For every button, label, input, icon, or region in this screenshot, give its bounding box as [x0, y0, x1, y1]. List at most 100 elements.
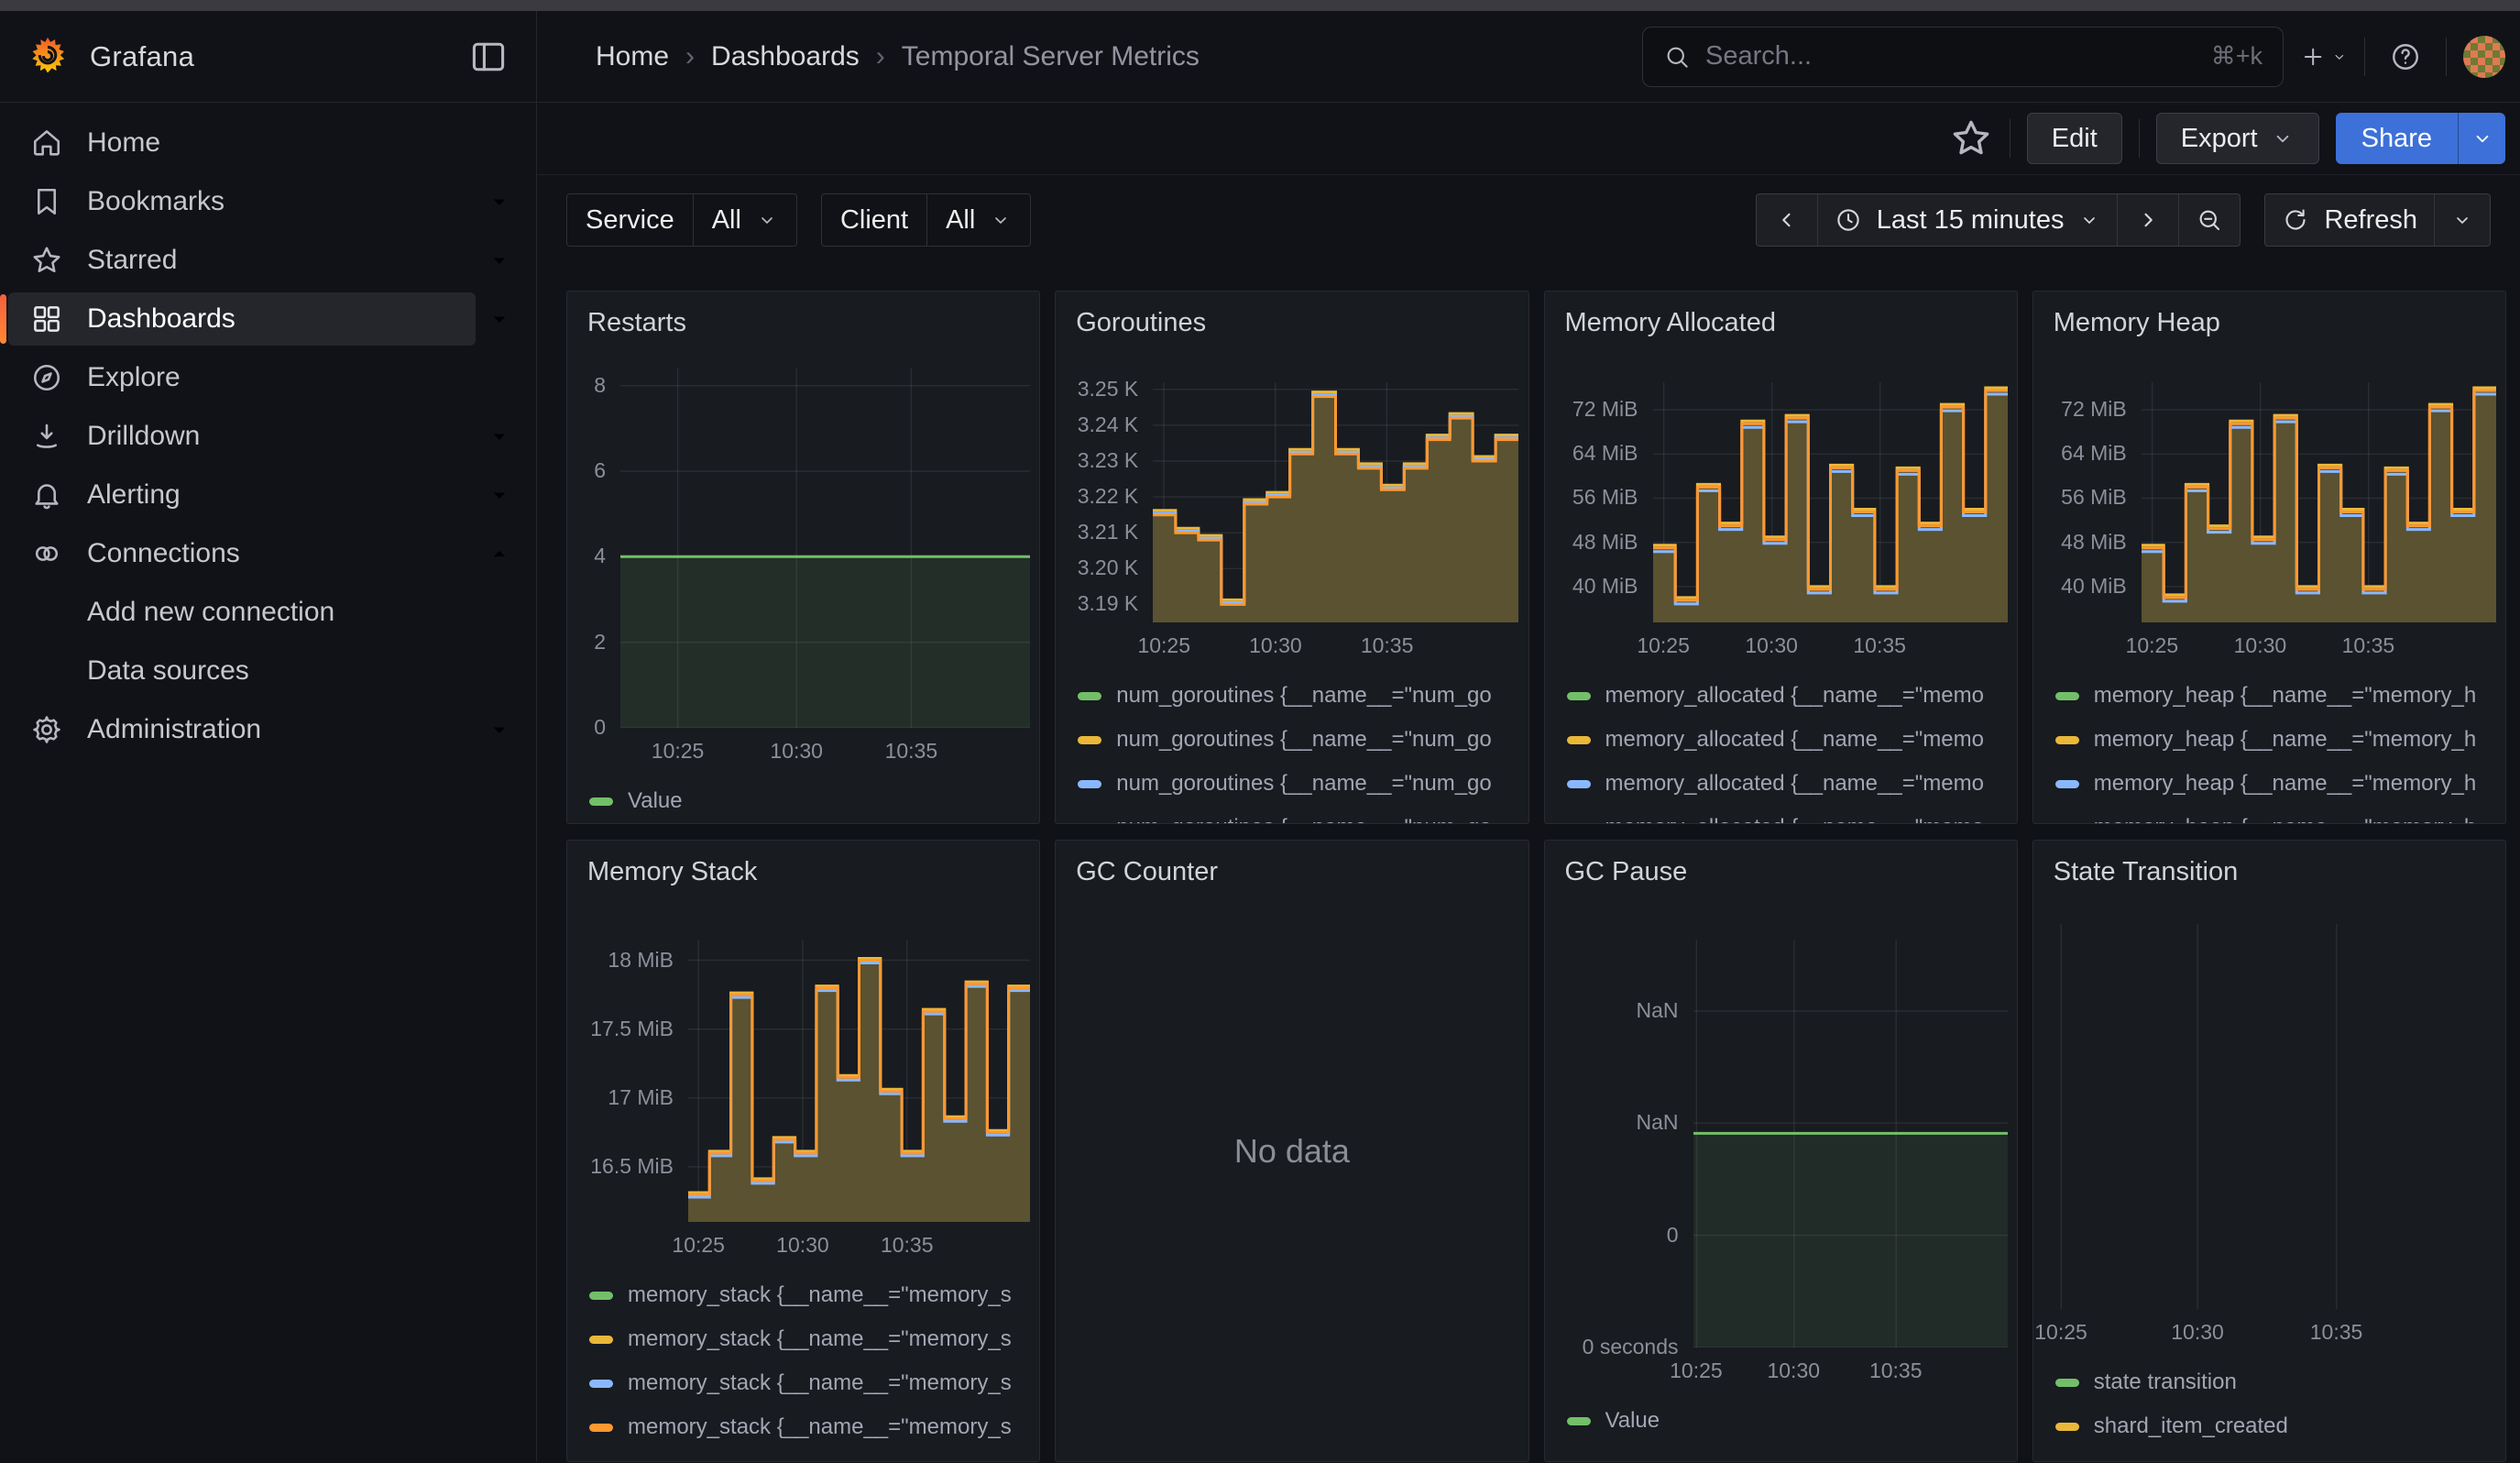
sidebar-item-administration[interactable]: Administration [8, 703, 476, 756]
legend-item[interactable]: memory_stack {__name__="memory_s [589, 1273, 1039, 1317]
sidebar-item-alerting[interactable]: Alerting [8, 468, 476, 522]
time-range-picker[interactable]: Last 15 minutes [1817, 194, 2118, 246]
no-data-message: No data [1056, 841, 1528, 1461]
sidebar-item-drilldown[interactable]: Drilldown [8, 410, 476, 463]
chart-region[interactable]: 3.25 K3.24 K3.23 K3.22 K3.21 K3.20 K3.19… [1056, 382, 1528, 824]
chevron-up-icon[interactable] [476, 530, 523, 578]
legend-series-marker [1078, 736, 1101, 744]
chart-region[interactable]: 72 MiB64 MiB56 MiB48 MiB40 MiB10:2510:30… [2033, 382, 2505, 824]
variable-label: Client [822, 194, 926, 246]
plot-area[interactable]: 72 MiB64 MiB56 MiB48 MiB40 MiB [1653, 382, 2008, 622]
legend-item[interactable]: memory_allocated {__name__="memo [1567, 806, 2017, 824]
chart-region[interactable]: 18 MiB17.5 MiB17 MiB16.5 MiB10:2510:3010… [567, 940, 1039, 1449]
x-axis-tick: 10:25 [1670, 1358, 1723, 1383]
chevron-down-icon[interactable] [476, 706, 523, 754]
legend-item[interactable]: Value [589, 779, 1039, 823]
help-button[interactable] [2382, 33, 2429, 81]
legend-item[interactable]: shard_item_created [2055, 1404, 2505, 1448]
plot-area[interactable] [2033, 924, 2496, 1309]
legend-item[interactable]: memory_heap {__name__="memory_h [2055, 806, 2505, 824]
sidebar-item-add-new-connection[interactable]: Add new connection [8, 586, 523, 639]
legend-item[interactable]: state transition [2055, 1360, 2505, 1404]
variable-value-dropdown[interactable]: All [693, 194, 796, 246]
user-avatar[interactable] [2463, 36, 2505, 78]
chart-region[interactable]: 72 MiB64 MiB56 MiB48 MiB40 MiB10:2510:30… [1545, 382, 2017, 824]
sidebar-row: Explore [0, 348, 536, 407]
breadcrumb-item-home[interactable]: Home [596, 41, 669, 72]
dock-sidebar-icon[interactable] [468, 37, 509, 77]
chevron-down-icon[interactable] [476, 178, 523, 226]
panel-title[interactable]: GC Pause [1545, 841, 2017, 901]
chevron-down-icon[interactable] [476, 412, 523, 460]
share-button[interactable]: Share [2336, 113, 2458, 164]
breadcrumb: Home›Dashboards›Temporal Server Metrics [596, 41, 1200, 72]
sidebar-item-home[interactable]: Home [8, 116, 523, 170]
variable-value-dropdown[interactable]: All [926, 194, 1030, 246]
y-axis-tick: 3.23 K [1056, 448, 1138, 473]
panel-title[interactable]: Memory Heap [2033, 292, 2505, 352]
search-input[interactable]: Search... ⌘+k [1642, 27, 2284, 87]
plot-area[interactable]: 72 MiB64 MiB56 MiB48 MiB40 MiB [2142, 382, 2496, 622]
sidebar-item-explore[interactable]: Explore [8, 351, 523, 404]
legend-item[interactable]: memory_stack {__name__="memory_s [589, 1405, 1039, 1449]
legend-item[interactable]: memory_heap {__name__="memory_h [2055, 718, 2505, 762]
legend-item[interactable]: num_goroutines {__name__="num_go [1078, 718, 1528, 762]
chart-region[interactable]: NaNNaN00 seconds10:2510:3010:35Value [1545, 940, 2017, 1443]
brand-title[interactable]: Grafana [90, 40, 194, 73]
legend-item[interactable]: memory_heap {__name__="memory_h [2055, 762, 2505, 806]
variable-client: ClientAll [821, 193, 1031, 247]
sidebar-item-bookmarks[interactable]: Bookmarks [8, 175, 476, 228]
legend-series-marker [1078, 780, 1101, 788]
legend-item[interactable]: memory_stack {__name__="memory_s [589, 1361, 1039, 1405]
legend-series-label: memory_stack {__name__="memory_s [628, 1326, 1012, 1352]
share-dropdown-button[interactable] [2458, 113, 2505, 164]
legend-item[interactable]: memory_allocated {__name__="memo [1567, 762, 2017, 806]
panel-title[interactable]: Memory Stack [567, 841, 1039, 901]
grafana-logo-icon[interactable] [27, 37, 68, 77]
sidebar-item-data-sources[interactable]: Data sources [8, 644, 523, 698]
plot-area[interactable]: 18 MiB17.5 MiB17 MiB16.5 MiB [688, 940, 1030, 1222]
legend-item[interactable]: num_goroutines {__name__="num_go [1078, 674, 1528, 718]
breadcrumb-item-dashboards[interactable]: Dashboards [711, 41, 860, 72]
panel-memory-stack: Memory Stack 18 MiB17.5 MiB17 MiB16.5 MiB… [566, 840, 1040, 1462]
legend-item[interactable]: memory_heap {__name__="memory_h [2055, 674, 2505, 718]
export-button[interactable]: Export [2156, 113, 2319, 164]
chevron-down-icon [2451, 209, 2473, 231]
time-forward-button[interactable] [2117, 194, 2178, 246]
panel-title[interactable]: Memory Allocated [1545, 292, 2017, 352]
panel-title[interactable]: Restarts [567, 292, 1039, 352]
sidebar-item-label: Dashboards [87, 303, 236, 335]
legend-series-label: num_goroutines {__name__="num_go [1116, 727, 1492, 753]
plot-area[interactable]: 86420 [620, 368, 1030, 728]
legend-item[interactable]: Value [1567, 1399, 2017, 1443]
refresh-interval-dropdown[interactable] [2434, 194, 2490, 246]
y-axis-tick: 3.24 K [1056, 412, 1138, 437]
sidebar-item-starred[interactable]: Starred [8, 234, 476, 287]
refresh-button[interactable]: Refresh [2265, 194, 2434, 246]
sidebar-item-connections[interactable]: Connections [8, 527, 476, 580]
legend-item[interactable]: memory_allocated {__name__="memo [1567, 674, 2017, 718]
legend-item[interactable]: num_goroutines {__name__="num_go [1078, 762, 1528, 806]
chart-svg [2142, 382, 2496, 622]
new-create-button[interactable] [2300, 33, 2348, 81]
favorite-star-icon[interactable] [1949, 116, 1993, 160]
legend-item[interactable]: num_goroutines {__name__="num_go [1078, 806, 1528, 824]
time-back-button[interactable] [1757, 194, 1817, 246]
legend-item[interactable]: memory_allocated {__name__="memo [1567, 718, 2017, 762]
panel-title[interactable]: State Transition [2033, 841, 2505, 901]
zoom-out-button[interactable] [2178, 194, 2240, 246]
y-axis-tick: 3.25 K [1056, 377, 1138, 402]
chevron-down-icon[interactable] [476, 471, 523, 519]
edit-button[interactable]: Edit [2027, 113, 2122, 164]
sidebar-item-dashboards[interactable]: Dashboards [8, 292, 476, 346]
chart-region[interactable]: 8642010:2510:3010:35Value [567, 368, 1039, 823]
home-icon [30, 126, 63, 160]
chevron-down-icon[interactable] [476, 236, 523, 284]
legend-item[interactable]: memory_stack {__name__="memory_s [589, 1317, 1039, 1361]
plot-area[interactable]: NaNNaN00 seconds [1693, 940, 2008, 1348]
chevron-down-icon[interactable] [476, 295, 523, 343]
chart-region[interactable]: 10:2510:3010:35state transitionshard_ite… [2033, 924, 2505, 1448]
chevron-down-icon [2331, 48, 2348, 66]
plot-area[interactable]: 3.25 K3.24 K3.23 K3.22 K3.21 K3.20 K3.19… [1153, 382, 1518, 622]
panel-title[interactable]: Goroutines [1056, 292, 1528, 352]
